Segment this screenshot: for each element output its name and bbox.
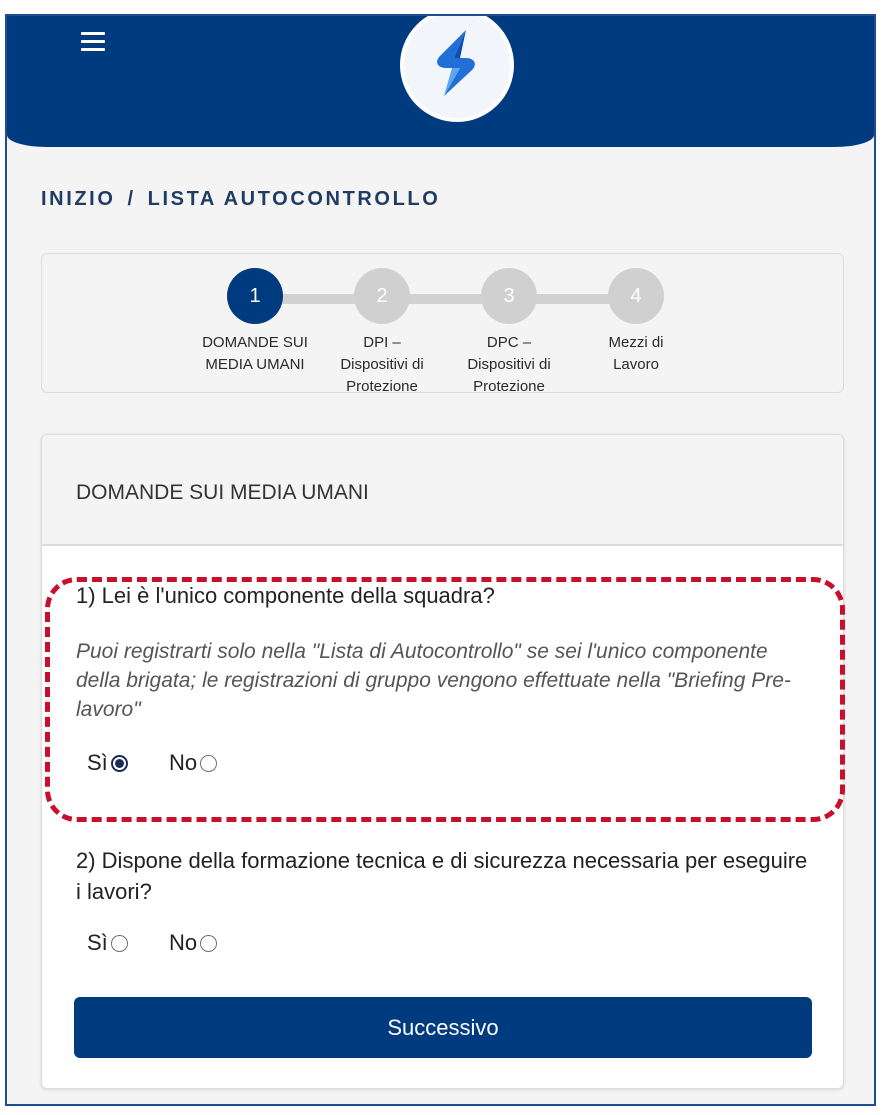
step-number: 4 [608,268,664,324]
option-label: Sì [87,750,108,775]
form-title: DOMANDE SUI MEDIA UMANI [42,435,843,546]
q1-option-no[interactable]: No [169,750,218,776]
step-label: DPC – Dispositivi di Protezione [446,332,572,393]
step-number: 3 [481,268,537,324]
app-frame: INIZIO / LISTA AUTOCONTROLLO 1 DOMANDE SUI… [5,14,876,1106]
step-label: DPI – Dispositivi di Protezione [319,332,445,393]
radio-button[interactable] [200,754,218,772]
q2-option-no[interactable]: No [169,930,218,956]
radio-button-checked[interactable] [110,754,128,772]
hamburger-icon[interactable] [81,32,105,52]
step-label: Mezzi di Lavoro [573,332,699,376]
step-3[interactable]: 3 DPC – Dispositivi di Protezione [446,254,572,393]
next-button[interactable]: Successivo [74,997,812,1058]
breadcrumb-separator: / [127,188,136,210]
step-label-line: Mezzi di [608,334,664,351]
question-1-text: 1) Lei è l'unico componente della squadr… [76,583,495,608]
step-2[interactable]: 2 DPI – Dispositivi di Protezione [319,254,445,393]
step-label-line: DPC – [486,334,532,351]
question-2-text: 2) Dispone della formazione tecnica e di… [76,848,808,904]
step-label-line: Dispositivi di [467,356,551,373]
step-number: 2 [354,268,410,324]
step-label-line: DPI – [363,334,401,351]
step-number: 1 [227,268,283,324]
step-label-line: Protezione [473,378,545,393]
breadcrumb-current: LISTA AUTOCONTROLLO [147,188,441,210]
step-label-line: MEDIA UMANI [205,356,305,373]
step-1[interactable]: 1 DOMANDE SUI MEDIA UMANI [192,254,318,376]
s-logo-icon [437,30,475,96]
radio-button[interactable] [200,934,218,952]
q1-option-si[interactable]: Sì [87,750,128,776]
breadcrumb: INIZIO / LISTA AUTOCONTROLLO [41,188,440,211]
step-label-line: Protezione [346,378,418,393]
step-label-line: DOMANDE SUI [202,334,308,351]
step-label-line: Lavoro [613,356,659,373]
question-1-hint: Puoi registrarti solo nella "Lista di Au… [76,640,791,721]
step-label: DOMANDE SUI MEDIA UMANI [192,332,318,376]
radio-button[interactable] [110,934,128,952]
breadcrumb-home[interactable]: INIZIO [41,188,116,210]
option-label: No [169,930,198,955]
form-card: DOMANDE SUI MEDIA UMANI 1) Lei è l'unico… [41,434,844,1089]
option-label: No [169,750,198,775]
progress-stepper: 1 DOMANDE SUI MEDIA UMANI 2 DPI – Dispos… [41,253,844,393]
q2-option-si[interactable]: Sì [87,930,128,956]
top-bar [7,16,874,147]
step-label-line: Dispositivi di [340,356,424,373]
step-4[interactable]: 4 Mezzi di Lavoro [573,254,699,376]
logo[interactable] [400,16,514,122]
option-label: Sì [87,930,108,955]
